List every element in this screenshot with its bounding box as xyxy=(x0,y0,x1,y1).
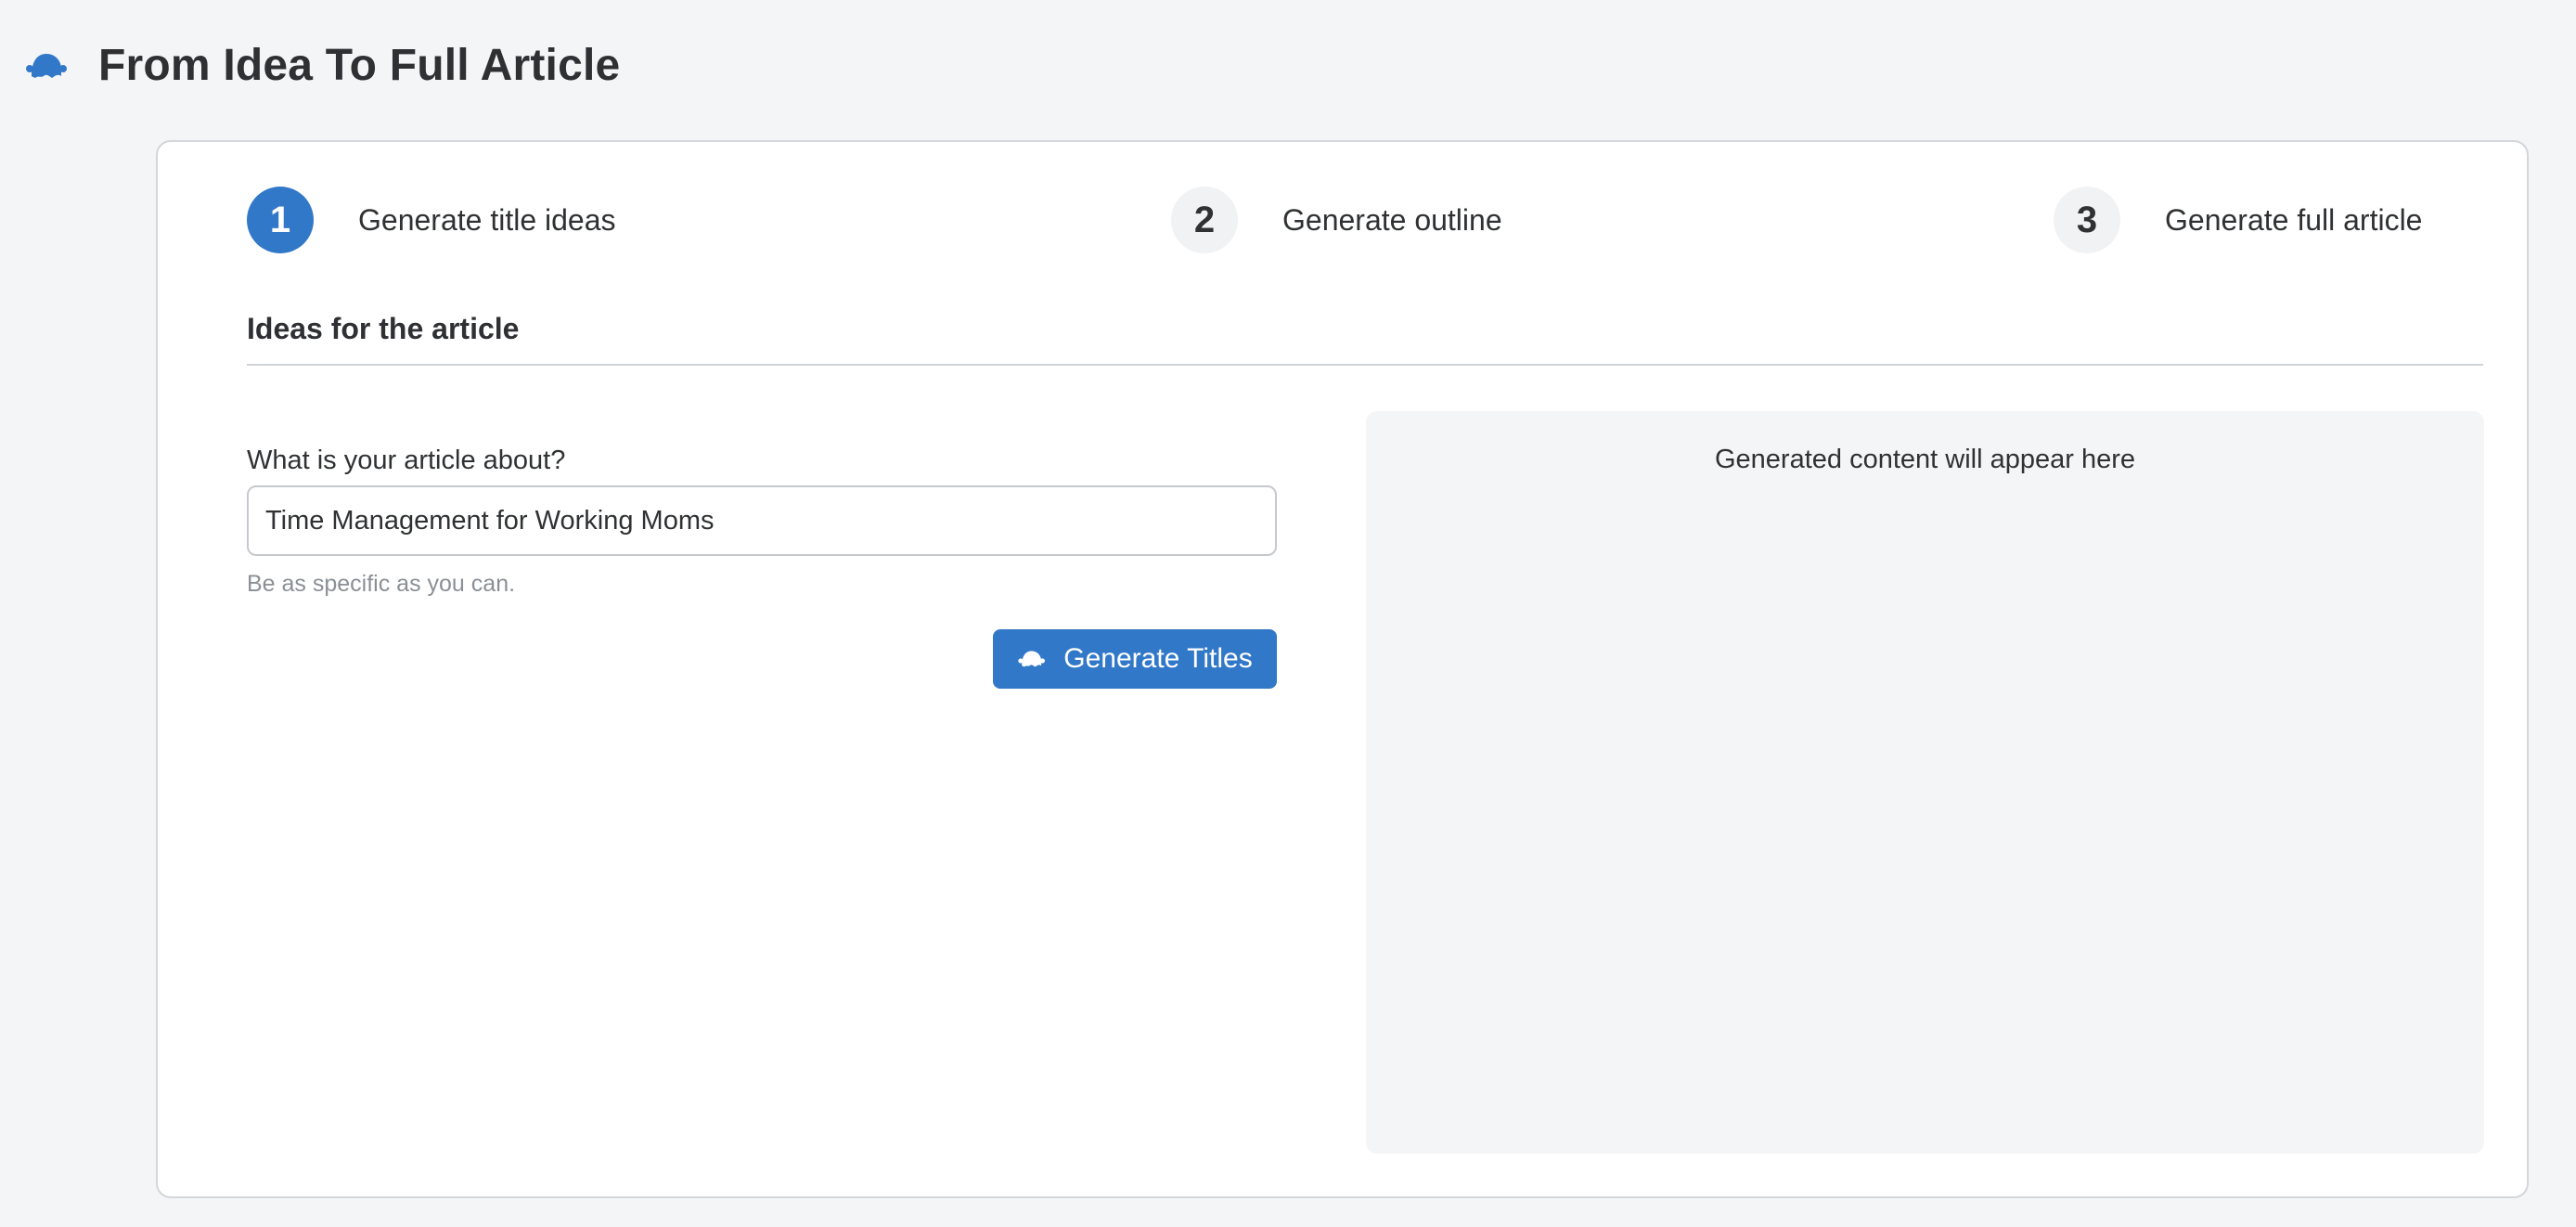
step-3-label: Generate full article xyxy=(2165,202,2423,237)
page-title: From Idea To Full Article xyxy=(98,41,621,90)
page: From Idea To Full Article 1 Generate tit… xyxy=(0,0,2576,1227)
topic-help-text: Be as specific as you can. xyxy=(247,571,516,597)
generate-titles-button[interactable]: Generate Titles xyxy=(993,629,1277,689)
topic-input[interactable] xyxy=(247,485,1277,556)
section-title: Ideas for the article xyxy=(247,312,520,345)
topic-label: What is your article about? xyxy=(247,446,566,475)
step-2[interactable]: 2 Generate outline xyxy=(1171,187,1502,253)
step-3[interactable]: 3 Generate full article xyxy=(2054,187,2422,253)
section-divider xyxy=(247,364,2483,366)
ghost-writer-icon xyxy=(24,45,67,87)
step-2-number: 2 xyxy=(1171,187,1238,253)
step-3-number: 3 xyxy=(2054,187,2120,253)
ghost-writer-icon xyxy=(1017,645,1046,673)
output-panel: Generated content will appear here xyxy=(1366,411,2484,1154)
page-header: From Idea To Full Article xyxy=(24,33,620,98)
step-1-number: 1 xyxy=(247,187,314,253)
wizard-card: 1 Generate title ideas 2 Generate outlin… xyxy=(156,140,2529,1198)
step-1-label: Generate title ideas xyxy=(358,202,616,237)
step-2-label: Generate outline xyxy=(1282,202,1502,237)
output-placeholder: Generated content will appear here xyxy=(1714,445,2135,474)
generate-titles-label: Generate Titles xyxy=(1063,643,1253,674)
step-1[interactable]: 1 Generate title ideas xyxy=(247,187,616,253)
